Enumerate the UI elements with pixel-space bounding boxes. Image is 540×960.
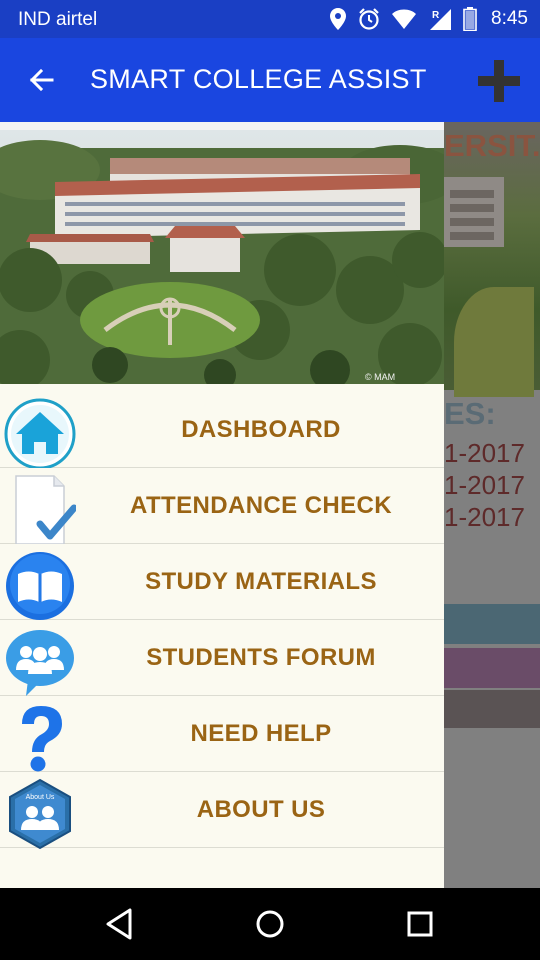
menu-item-study-materials[interactable]: STUDY MATERIALS [0,544,444,620]
background-date: 1-2017 [444,470,525,500]
background-row [444,648,540,688]
svg-text:R: R [432,10,440,21]
carrier-name: IND airtel [18,9,98,30]
background-row [444,690,540,728]
app-bar: SMART COLLEGE ASSIST [0,38,540,122]
menu-item-need-help[interactable]: NEED HELP [0,696,444,772]
menu-label: STUDENTS FORUM [146,644,376,671]
navigation-drawer: © MAM DASHBOARD ATTENDANCE CHECK STUDY M… [0,122,444,888]
menu-label: DASHBOARD [181,416,341,443]
recents-square-icon[interactable] [396,900,444,948]
app-title: SMART COLLEGE ASSIST [90,64,427,94]
photo-watermark: © MAM [365,372,395,382]
back-triangle-icon[interactable] [96,900,144,948]
clock: 8:45 [491,8,528,29]
background-date: 1-2017 [444,438,525,468]
location-icon [330,8,347,30]
about-us-icon: About Us [9,778,71,850]
menu-item-dashboard[interactable]: DASHBOARD [0,392,444,470]
background-date: 1-2017 [444,502,525,532]
group-chat-icon [6,630,74,696]
menu-label: ABOUT US [196,796,326,823]
background-heading: ERSIT.. [444,128,540,163]
background-row [444,604,540,644]
about-us-icon-caption: About Us [26,794,55,801]
document-check-icon [15,475,76,545]
college-campus-photo: © MAM [0,130,444,384]
status-icons: R 8:45 [329,6,528,32]
background-label: ES: [444,396,496,431]
alarm-icon [359,8,379,30]
home-icon [4,398,76,470]
book-icon [6,552,74,620]
menu-item-students-forum[interactable]: STUDENTS FORUM [0,620,444,696]
status-bar: IND airtel R 8:45 [0,0,540,38]
plus-icon[interactable] [476,58,522,104]
drawer-header: © MAM [0,122,444,384]
arrow-back-icon[interactable] [22,60,62,100]
menu-label: NEED HELP [190,720,332,747]
wifi-icon [392,9,417,29]
menu-label: ATTENDANCE CHECK [130,492,392,519]
question-mark-icon [22,706,62,772]
system-nav-bar [0,888,540,960]
battery-icon [463,7,477,31]
home-circle-icon[interactable] [246,900,294,948]
signal-roaming-icon: R [430,9,452,30]
menu-item-attendance-check[interactable]: ATTENDANCE CHECK [0,468,444,545]
menu-label: STUDY MATERIALS [145,568,377,595]
menu-item-about-us[interactable]: About Us ABOUT US [0,772,444,850]
